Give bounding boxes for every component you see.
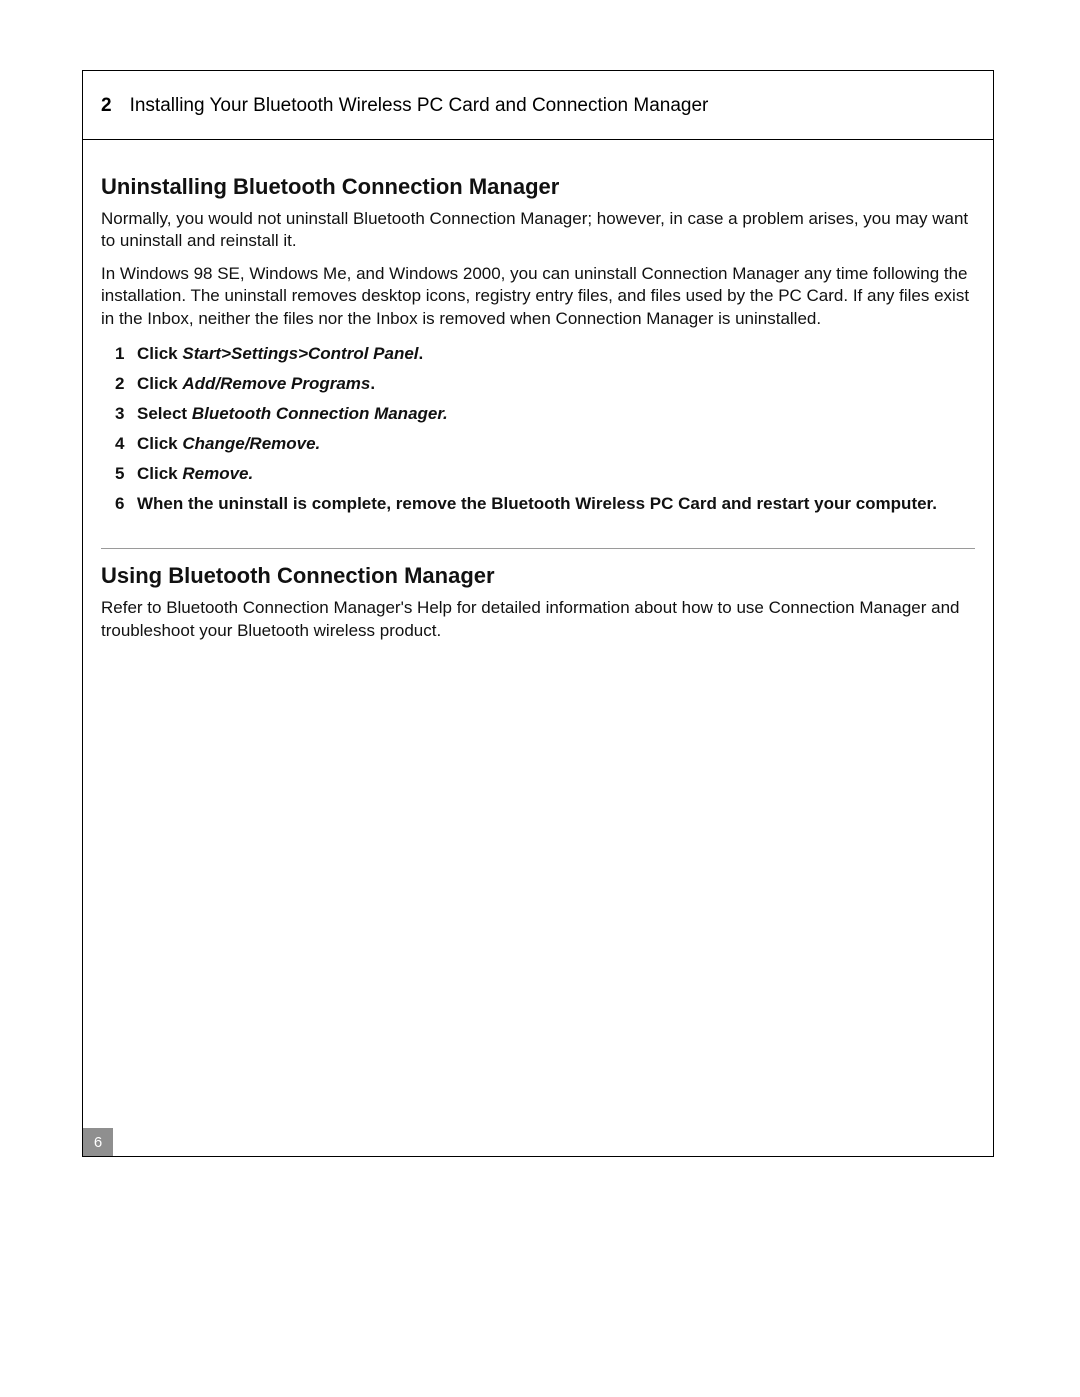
- paragraph: In Windows 98 SE, Windows Me, and Window…: [101, 263, 975, 330]
- chapter-number: 2: [101, 95, 112, 117]
- step-text: When the uninstall is complete, remove t…: [137, 494, 975, 514]
- step-command: Change/Remove.: [182, 434, 320, 453]
- step-item: 2 Click Add/Remove Programs.: [101, 370, 975, 400]
- chapter-header: 2 Installing Your Bluetooth Wireless PC …: [83, 71, 993, 140]
- step-command: Remove.: [182, 464, 253, 483]
- step-number: 4: [115, 434, 137, 454]
- step-item: 6 When the uninstall is complete, remove…: [101, 490, 975, 520]
- step-command: Add/Remove Programs: [182, 374, 370, 393]
- step-tail: .: [370, 374, 375, 393]
- step-text: Click Add/Remove Programs.: [137, 374, 975, 394]
- step-item: 4 Click Change/Remove.: [101, 430, 975, 460]
- page-number: 6: [83, 1128, 113, 1156]
- section-heading-uninstall: Uninstalling Bluetooth Connection Manage…: [101, 174, 975, 200]
- step-text: Click Remove.: [137, 464, 975, 484]
- step-text: Select Bluetooth Connection Manager.: [137, 404, 975, 424]
- step-text: Click Start>Settings>Control Panel.: [137, 344, 975, 364]
- step-lead: Click: [137, 344, 182, 363]
- step-lead: Click: [137, 434, 182, 453]
- chapter-title: Installing Your Bluetooth Wireless PC Ca…: [130, 95, 709, 117]
- step-command: Bluetooth Connection Manager.: [192, 404, 448, 423]
- step-lead: Click: [137, 464, 182, 483]
- section-heading-using: Using Bluetooth Connection Manager: [101, 563, 975, 589]
- page-content: Uninstalling Bluetooth Connection Manage…: [83, 174, 993, 642]
- step-command: Start>Settings>Control Panel: [182, 344, 418, 363]
- page-frame: 2 Installing Your Bluetooth Wireless PC …: [82, 70, 994, 1157]
- step-lead: When the uninstall is complete, remove t…: [137, 494, 937, 513]
- step-text: Click Change/Remove.: [137, 434, 975, 454]
- step-number: 3: [115, 404, 137, 424]
- step-lead: Click: [137, 374, 182, 393]
- uninstall-steps: 1 Click Start>Settings>Control Panel. 2 …: [101, 340, 975, 520]
- step-item: 5 Click Remove.: [101, 460, 975, 490]
- section-divider: [101, 548, 975, 549]
- paragraph: Normally, you would not uninstall Blueto…: [101, 208, 975, 253]
- step-number: 6: [115, 494, 137, 514]
- step-tail: .: [419, 344, 424, 363]
- step-lead: Select: [137, 404, 192, 423]
- step-item: 3 Select Bluetooth Connection Manager.: [101, 400, 975, 430]
- step-item: 1 Click Start>Settings>Control Panel.: [101, 340, 975, 370]
- step-number: 1: [115, 344, 137, 364]
- step-number: 2: [115, 374, 137, 394]
- step-number: 5: [115, 464, 137, 484]
- paragraph: Refer to Bluetooth Connection Manager's …: [101, 597, 975, 642]
